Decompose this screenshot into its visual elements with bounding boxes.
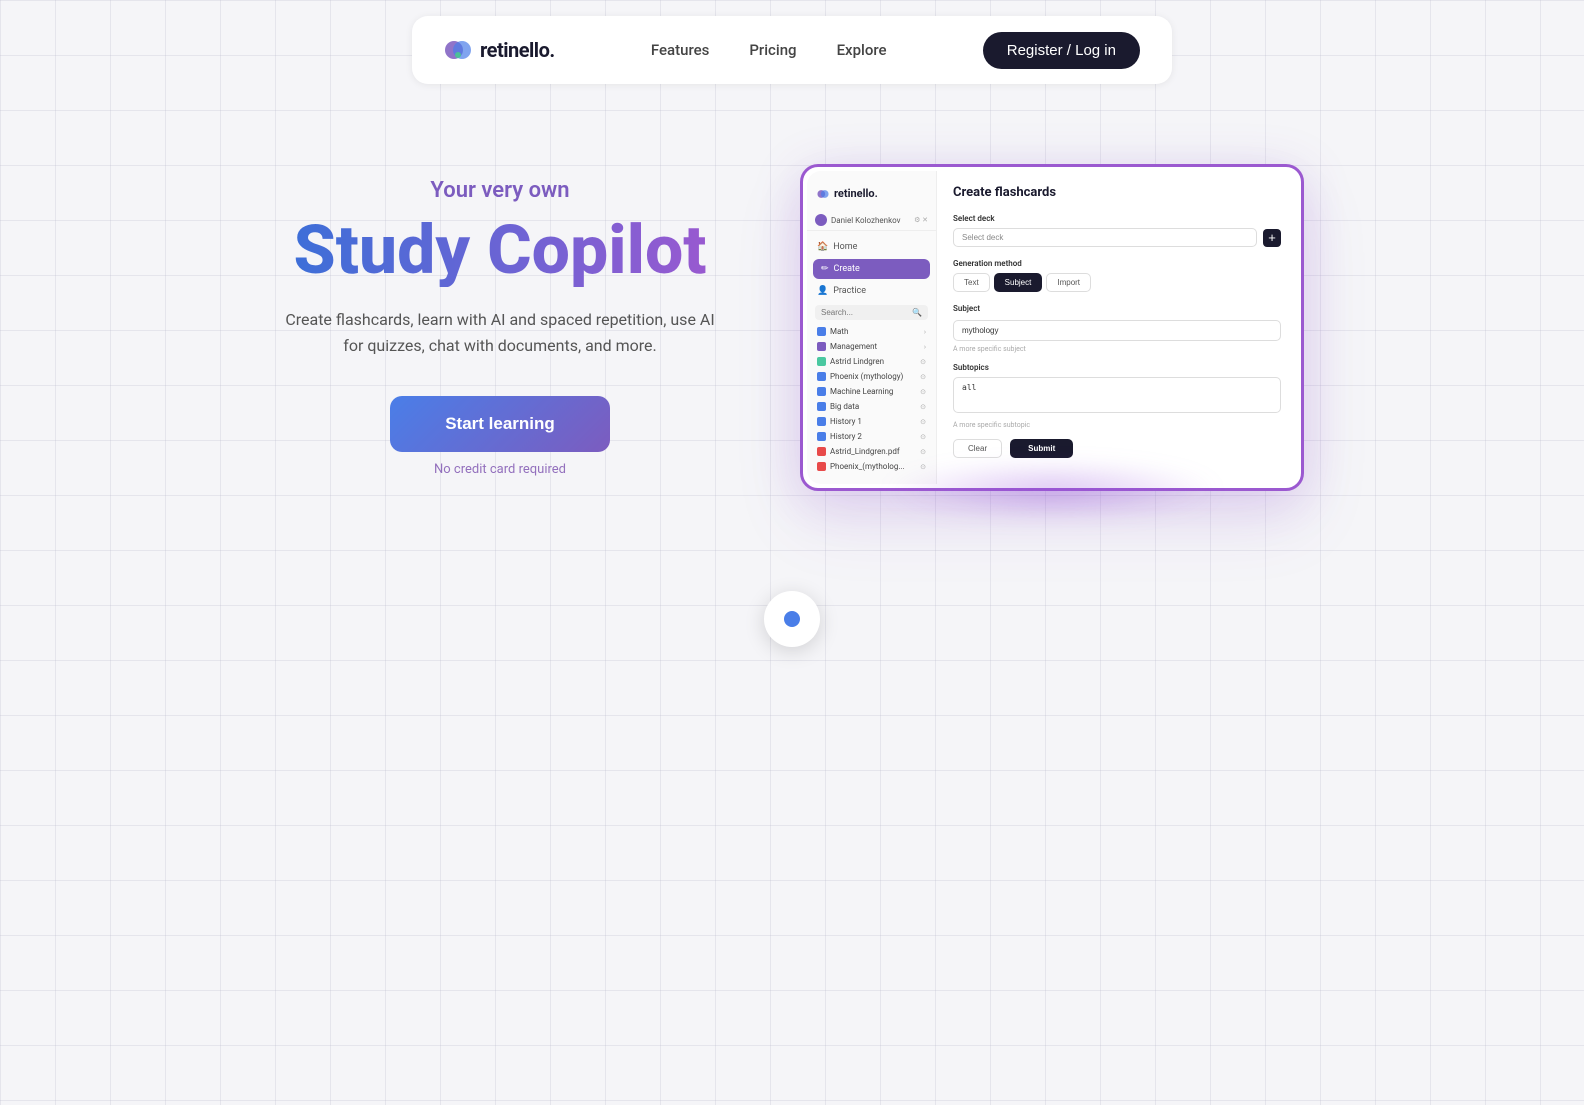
- chat-bubble[interactable]: [764, 591, 820, 647]
- app-mockup: retinello. Daniel Kolozhenkov ⚙ ✕ 🏠 Home…: [800, 164, 1304, 491]
- sidebar-home[interactable]: 🏠 Home: [807, 237, 936, 257]
- list-item[interactable]: Machine Learning ⊙: [807, 384, 936, 399]
- subtopic-hint: A more specific subtopic: [953, 421, 1281, 429]
- subject-hint: A more specific subject: [953, 345, 1281, 353]
- sidebar-create[interactable]: ✏ Create: [813, 259, 930, 279]
- nav-links: Features Pricing Explore: [651, 41, 887, 59]
- list-item[interactable]: Math ›: [807, 324, 936, 339]
- clear-button[interactable]: Clear: [953, 439, 1002, 458]
- logo: retinello.: [444, 36, 555, 64]
- generation-method-group: Text Subject Import: [953, 273, 1281, 292]
- select-deck-row: Select deck +: [953, 228, 1281, 247]
- sidebar-search[interactable]: 🔍: [815, 305, 928, 320]
- list-item[interactable]: Management ›: [807, 339, 936, 354]
- select-deck-label: Select deck: [953, 214, 1281, 223]
- deck-list: Math › Management ›: [807, 324, 936, 474]
- sidebar-practice[interactable]: 👤 Practice: [807, 281, 936, 301]
- main-panel: Create flashcards Select deck Select dec…: [937, 171, 1297, 484]
- sidebar-logo: retinello.: [807, 181, 936, 210]
- app-sidebar: retinello. Daniel Kolozhenkov ⚙ ✕ 🏠 Home…: [807, 171, 937, 484]
- user-avatar: [815, 214, 827, 226]
- add-deck-button[interactable]: +: [1263, 229, 1281, 247]
- subject-input[interactable]: [953, 320, 1281, 341]
- gen-method-label: Generation method: [953, 259, 1281, 268]
- mockup-glow: [882, 461, 1222, 521]
- nav-features[interactable]: Features: [651, 41, 709, 59]
- nav-pricing[interactable]: Pricing: [749, 41, 796, 59]
- method-text-button[interactable]: Text: [953, 273, 990, 292]
- list-item[interactable]: History 1 ⊙: [807, 414, 936, 429]
- subtopic-textarea[interactable]: all: [953, 377, 1281, 413]
- hero-title: Study Copilot: [280, 215, 720, 286]
- hero-section: Your very own Study Copilot Create flash…: [280, 178, 720, 476]
- no-credit-text: No credit card required: [280, 462, 720, 477]
- method-import-button[interactable]: Import: [1046, 273, 1091, 292]
- panel-title: Create flashcards: [953, 185, 1281, 200]
- list-item[interactable]: Phoenix (mythology) ⊙: [807, 369, 936, 384]
- search-input[interactable]: [821, 308, 908, 317]
- list-item[interactable]: History 2 ⊙: [807, 429, 936, 444]
- method-subject-button[interactable]: Subject: [994, 273, 1043, 292]
- hero-tagline: Your very own: [280, 178, 720, 203]
- subject-label: Subject: [953, 304, 1281, 313]
- list-item[interactable]: Big data ⊙: [807, 399, 936, 414]
- chat-bubble-wrapper: [0, 591, 1584, 647]
- sidebar-user: Daniel Kolozhenkov ⚙ ✕: [807, 210, 936, 231]
- list-item[interactable]: Astrid Lindgren ⊙: [807, 354, 936, 369]
- select-deck-dropdown[interactable]: Select deck: [953, 228, 1257, 247]
- chat-dot: [784, 611, 800, 627]
- hero-description: Create flashcards, learn with AI and spa…: [280, 307, 720, 360]
- start-learning-button[interactable]: Start learning: [390, 396, 610, 452]
- register-button[interactable]: Register / Log in: [983, 32, 1140, 69]
- action-buttons: Clear Submit: [953, 439, 1281, 458]
- submit-button[interactable]: Submit: [1010, 439, 1073, 458]
- list-item[interactable]: Astrid_Lindgren.pdf ⊙: [807, 444, 936, 459]
- nav-explore[interactable]: Explore: [837, 41, 887, 59]
- subtopic-label: Subtopics: [953, 363, 1281, 372]
